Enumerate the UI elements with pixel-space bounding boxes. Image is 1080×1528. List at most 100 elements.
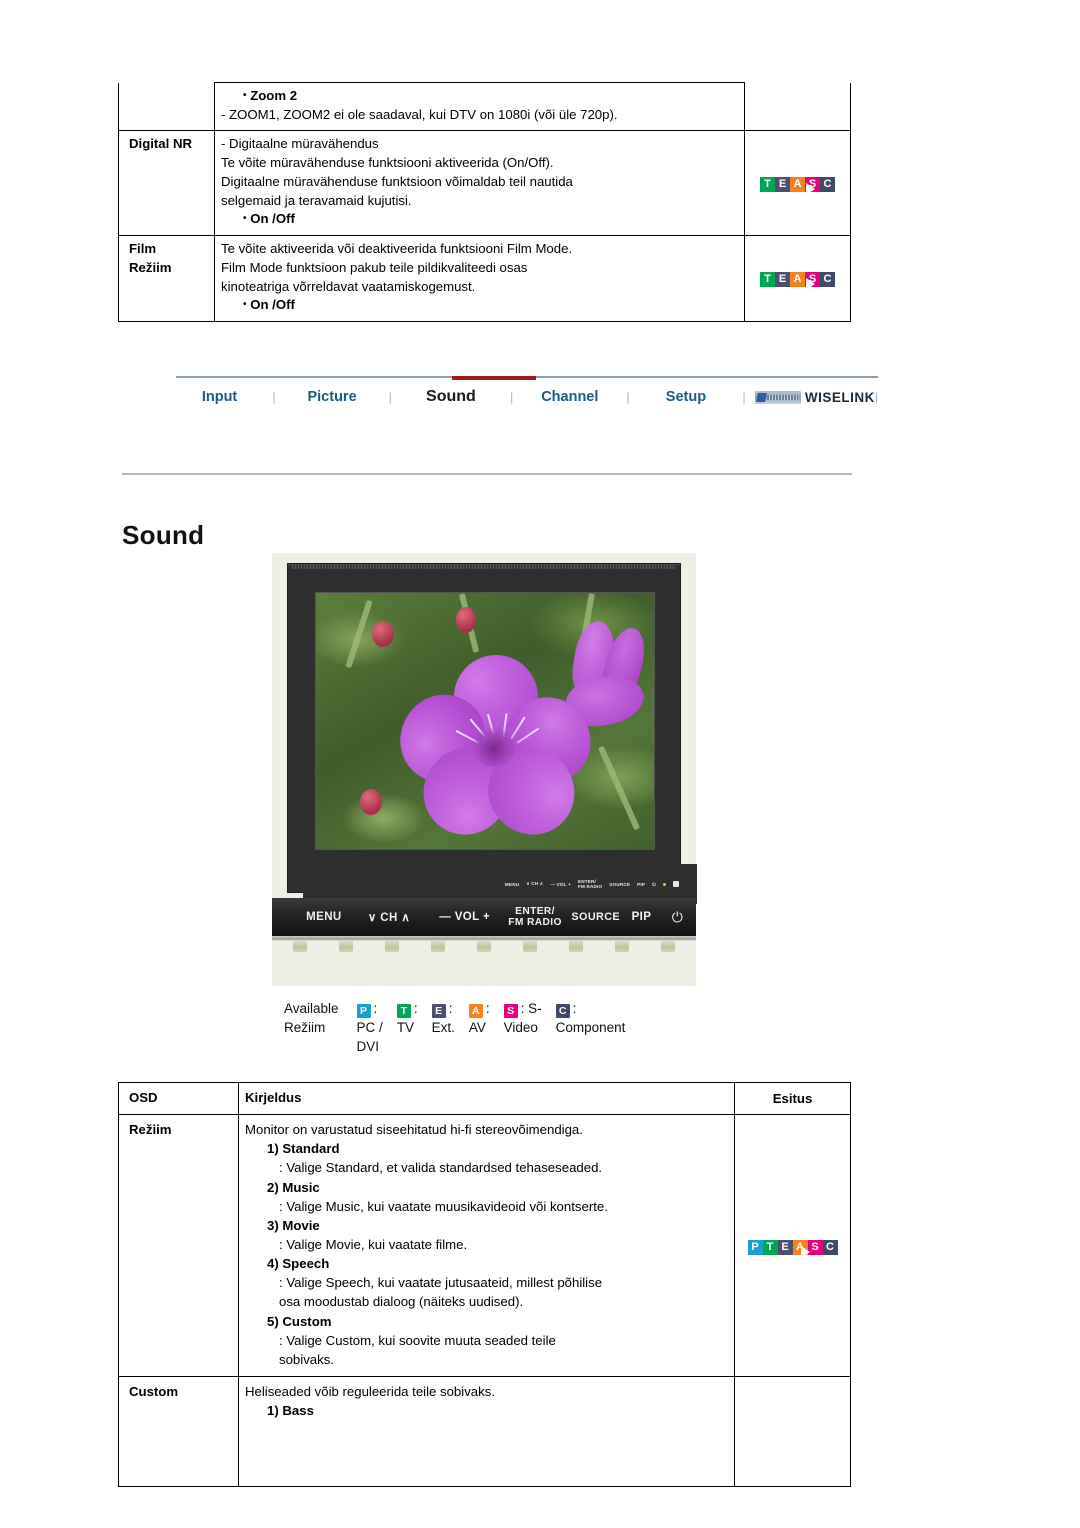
row-desc-reziim: Monitor on varustatud siseehitatud hi-fi…	[238, 1114, 735, 1377]
nav-active-indicator	[452, 376, 536, 380]
bezel-top-strip	[292, 565, 676, 569]
esitus-icon-group: T E A S C	[760, 176, 835, 192]
section-nav: Input | Picture | Sound | Channel | Setu…	[176, 376, 878, 420]
picture-settings-table: • Zoom 2 - ZOOM1, ZOOM2 ei ole saadaval,…	[118, 81, 851, 323]
mode-badge-e: E	[775, 176, 790, 192]
row-icon-reziim: P T E A S C	[734, 1114, 851, 1377]
mode-colon-c: :	[572, 1001, 577, 1016]
control-pip-button[interactable]: PIP	[624, 911, 659, 923]
custom-intro: Heliseaded võib reguleerida teile sobiva…	[245, 1383, 495, 1399]
tab-sound[interactable]: Sound	[401, 388, 501, 406]
nav-separator: |	[626, 390, 630, 404]
tab-picture[interactable]: Picture	[285, 389, 379, 405]
inset-source: SOURCE	[609, 881, 631, 887]
reziim-item-4-desc: : Valige Speech, kui vaatate jutusaateid…	[279, 1275, 603, 1291]
inset-pip: PIP	[637, 881, 646, 887]
film-onoff-label: On /Off	[250, 297, 295, 313]
wiselink-logo-icon	[754, 391, 801, 405]
enter-label-line1: ENTER/	[515, 905, 555, 917]
button-nub[interactable]	[523, 941, 537, 952]
available-modes-names-row: Režiim PC / TV Ext. AV Video Component	[284, 1019, 639, 1038]
zoom-bullet: • Zoom 2	[221, 87, 738, 106]
monitor-control-panel: MENU ∨ CH ∧ — VOL + ENTER/ FM RADIO SOUR…	[272, 898, 696, 936]
vol-minus-icon[interactable]: —	[439, 911, 451, 923]
header-kirjeldus: Kirjeldus	[238, 1081, 735, 1116]
monitor-product-image: MENU ∨ CH ∧ — VOL + ENTER/FM RADIO SOURC…	[272, 553, 697, 986]
inset-enter: ENTER/FM RADIO	[577, 879, 603, 889]
esitus-icon-group: P T E A S C	[747, 1239, 838, 1255]
row-desc-film-mode: Te võite aktiveerida või deaktiveerida f…	[214, 235, 745, 323]
reziim-item-5-desc2: sobivaks.	[279, 1351, 334, 1367]
enter-label-line2: FM RADIO	[508, 917, 562, 928]
mode-badge-row: P T E A S C	[747, 1239, 838, 1255]
mode-badge-a: A	[468, 1004, 483, 1018]
nav-separator: |	[742, 390, 746, 404]
inset-power: ⏻	[652, 881, 656, 887]
bullet-dot-icon: •	[243, 213, 247, 225]
button-nub[interactable]	[569, 941, 583, 952]
available-label-spacer	[284, 1038, 357, 1057]
mode-badge-a: A	[790, 176, 805, 192]
button-nub[interactable]	[477, 941, 491, 952]
header-osd: OSD	[118, 1081, 239, 1116]
mode-badge-e: E	[777, 1239, 793, 1255]
button-nub[interactable]	[385, 941, 399, 952]
tab-input[interactable]: Input	[176, 389, 263, 405]
control-source-button[interactable]: SOURCE	[568, 911, 624, 923]
mode-cell-t-badge: T:	[396, 1000, 432, 1019]
nav-separator: |	[874, 390, 879, 404]
button-nub[interactable]	[339, 941, 353, 952]
dnr-line-2: Te võite müravähenduse funktsiooni aktiv…	[221, 155, 554, 171]
button-nub[interactable]	[431, 941, 445, 952]
mode-colon-p: :	[373, 1001, 378, 1016]
reziim-item-3-desc: : Valige Movie, kui vaatate filme.	[279, 1236, 468, 1252]
reziim-item-2-desc: : Valige Music, kui vaatate muusikavideo…	[279, 1198, 608, 1214]
control-menu-button[interactable]: MENU	[297, 911, 352, 923]
button-nub[interactable]	[661, 941, 675, 952]
table-row-zoom: • Zoom 2 - ZOOM1, ZOOM2 ei ole saadaval,…	[118, 81, 851, 132]
tab-wiselink[interactable]: WISELINK	[754, 389, 875, 405]
film-line-2: Film Mode funktsioon pakub teile pildikv…	[221, 259, 528, 275]
control-enter-button[interactable]: ENTER/ FM RADIO	[502, 906, 567, 929]
sound-settings-table: OSD Kirjeldus Esitus Režiim Monitor on v…	[118, 1081, 851, 1487]
row-icon-film-mode: T E A S C	[744, 235, 851, 323]
mode-badge-s: S	[503, 1004, 518, 1018]
reziim-item-5-desc: : Valige Custom, kui soovite muuta seade…	[279, 1332, 556, 1348]
nav-tab-list: Input | Picture | Sound | Channel | Setu…	[176, 388, 878, 406]
control-volume-buttons[interactable]: — VOL +	[427, 911, 503, 923]
wiselink-label: WISELINK	[804, 389, 875, 405]
ch-down-icon[interactable]: ∨	[368, 912, 377, 924]
power-button-icon[interactable]: ⏻	[659, 909, 696, 926]
mode-name-p: PC /	[356, 1020, 383, 1036]
digital-nr-label: Digital NR	[129, 136, 193, 152]
mode-name-e: Ext.	[431, 1020, 455, 1036]
zoom-note-line: - ZOOM1, ZOOM2 ei ole saadaval, kui DTV …	[221, 106, 618, 122]
mode-name-c: Component	[555, 1020, 626, 1036]
film-line-3: kinoteatriga võrreldavat vaatamiskogemus…	[221, 278, 476, 294]
mode-badge-row: T E A S C	[760, 272, 835, 288]
dnr-onoff: • On /Off	[221, 210, 738, 229]
reziim-item-3-label: 3) Movie	[267, 1217, 320, 1233]
mode-badge-t: T	[762, 1239, 778, 1255]
button-nub[interactable]	[615, 941, 629, 952]
mode-cell-a-badge: A:	[468, 1000, 504, 1019]
bullet-dot-icon: •	[243, 299, 247, 311]
tab-channel[interactable]: Channel	[523, 389, 617, 405]
nav-separator: |	[388, 390, 392, 404]
mode-badge-c: C	[820, 272, 835, 288]
inset-ch: ∨ CH ∧	[526, 881, 544, 886]
reziim-item-2-label: 2) Music	[267, 1179, 320, 1195]
available-label-line2: Režiim	[284, 1020, 326, 1036]
page-title: Sound	[122, 520, 205, 550]
button-nub[interactable]	[293, 941, 307, 952]
dnr-line-3: Digitaalne müravähenduse funktsioon võim…	[221, 173, 573, 189]
reziim-intro: Monitor on varustatud siseehitatud hi-fi…	[245, 1122, 583, 1138]
vol-plus-icon[interactable]: +	[483, 911, 490, 923]
screen-flower-main	[385, 652, 606, 849]
tab-setup[interactable]: Setup	[639, 389, 733, 405]
row-desc-digital-nr: - Digitaalne müravähendus Te võite mürav…	[214, 130, 745, 237]
control-channel-buttons[interactable]: ∨ CH ∧	[351, 910, 427, 924]
custom-item-1-label: 1) Bass	[267, 1403, 314, 1419]
section-divider	[122, 473, 852, 475]
ch-up-icon[interactable]: ∧	[401, 912, 410, 924]
